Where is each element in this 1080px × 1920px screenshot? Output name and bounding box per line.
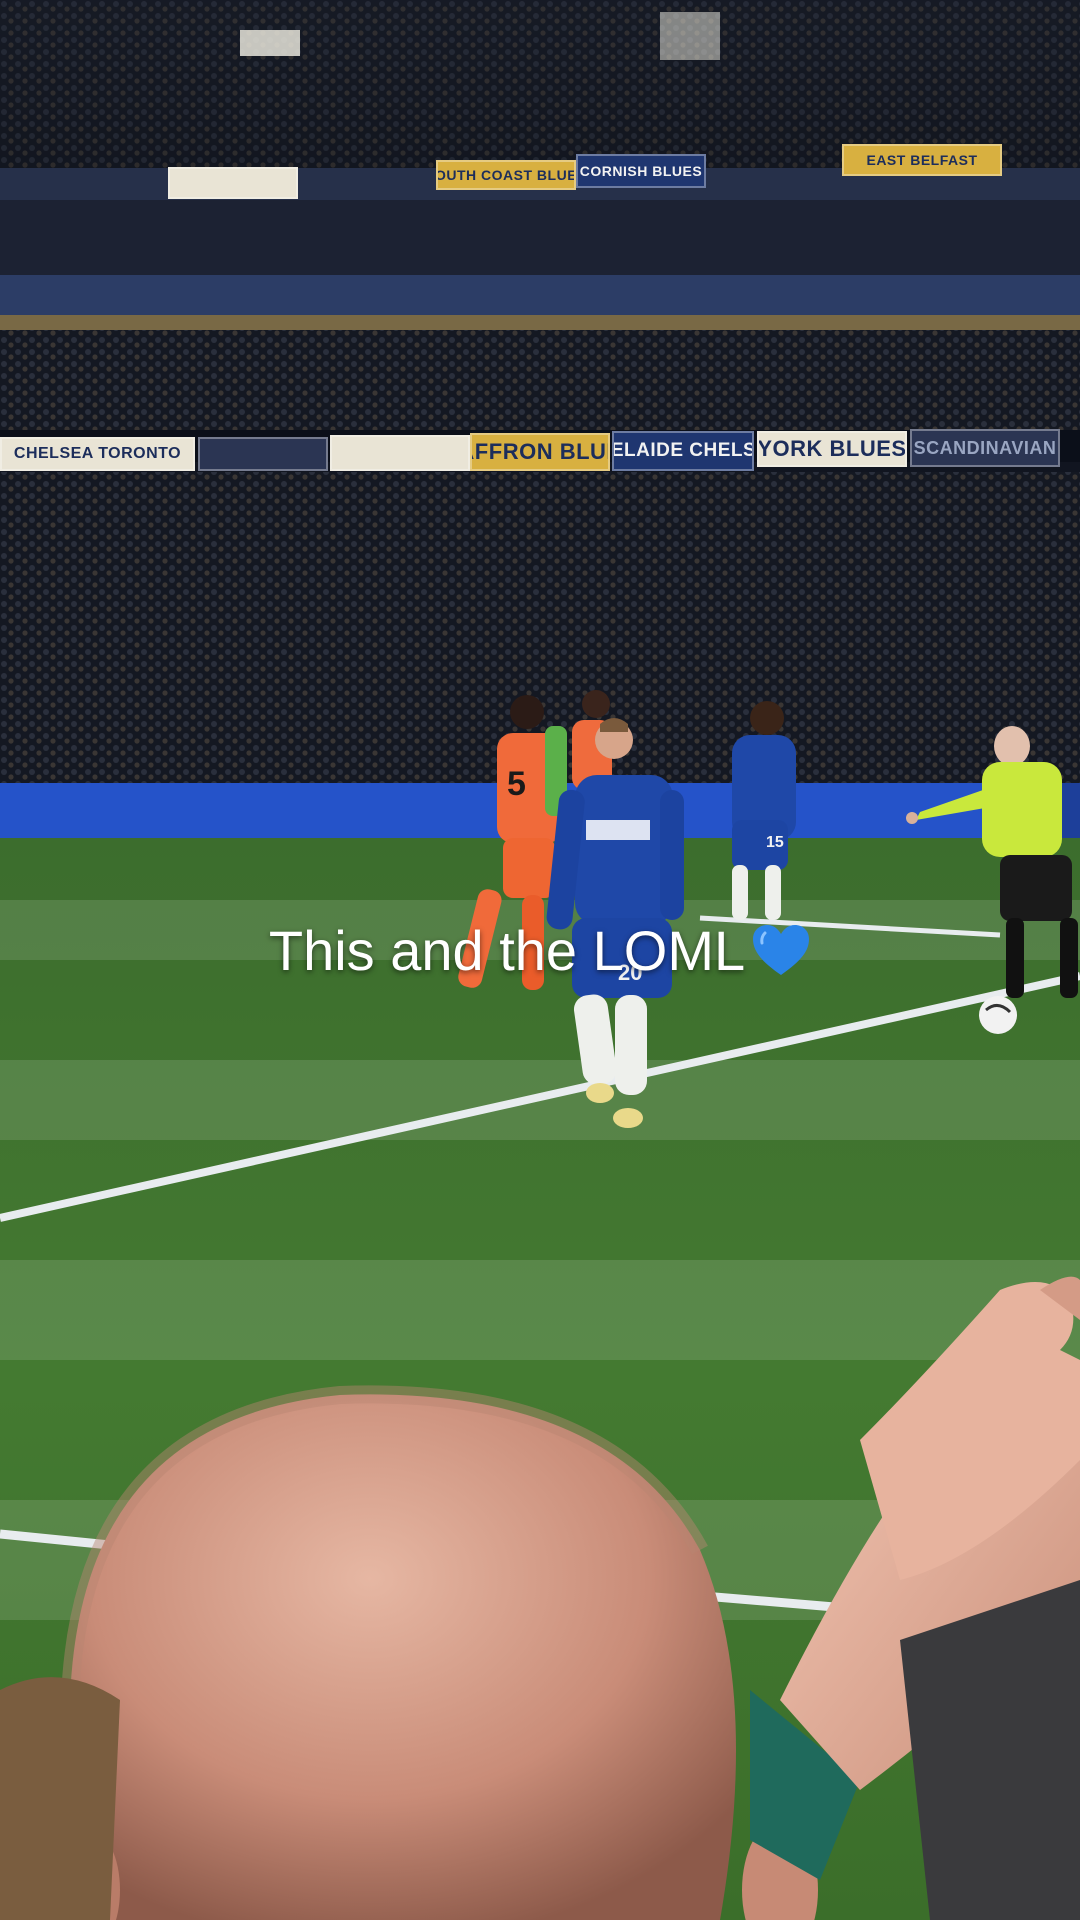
keeper-shirt-number: 5: [507, 765, 526, 803]
blue-heart-icon: [753, 924, 810, 975]
football: [979, 996, 1017, 1034]
ad-board-york-blues: YORK BLUES: [757, 431, 907, 467]
right-player-shirt-number: 15: [766, 834, 784, 851]
middle-crowd: [0, 330, 1080, 430]
tier-fascia: [0, 275, 1080, 315]
caption-text: This and the LOML: [268, 919, 746, 982]
video-caption: This and the LOML: [0, 918, 1080, 983]
ad-board-chelsea-toronto: CHELSEA TORONTO: [0, 437, 195, 471]
spectator-coat: [900, 1580, 1080, 1920]
ad-board-upper-east-belfast: EAST BELFAST: [842, 144, 1002, 176]
spectator-hair: [0, 1677, 120, 1920]
ad-board-lower-3: [330, 435, 470, 471]
ad-board-adelaide-chelsea: ADELAIDE CHELSEA: [612, 431, 754, 471]
ad-board-upper-cornish: CORNISH BLUES: [576, 154, 706, 188]
ad-board-lower-2: [198, 437, 328, 471]
ad-board-scandinavian: SCANDINAVIAN: [910, 429, 1060, 467]
ad-board-upper-1: [168, 167, 298, 199]
ad-board-upper-south-coast: SOUTH COAST BLUES: [436, 160, 576, 190]
ad-board-saffron-blues: SAFFRON BLUES: [470, 433, 610, 471]
